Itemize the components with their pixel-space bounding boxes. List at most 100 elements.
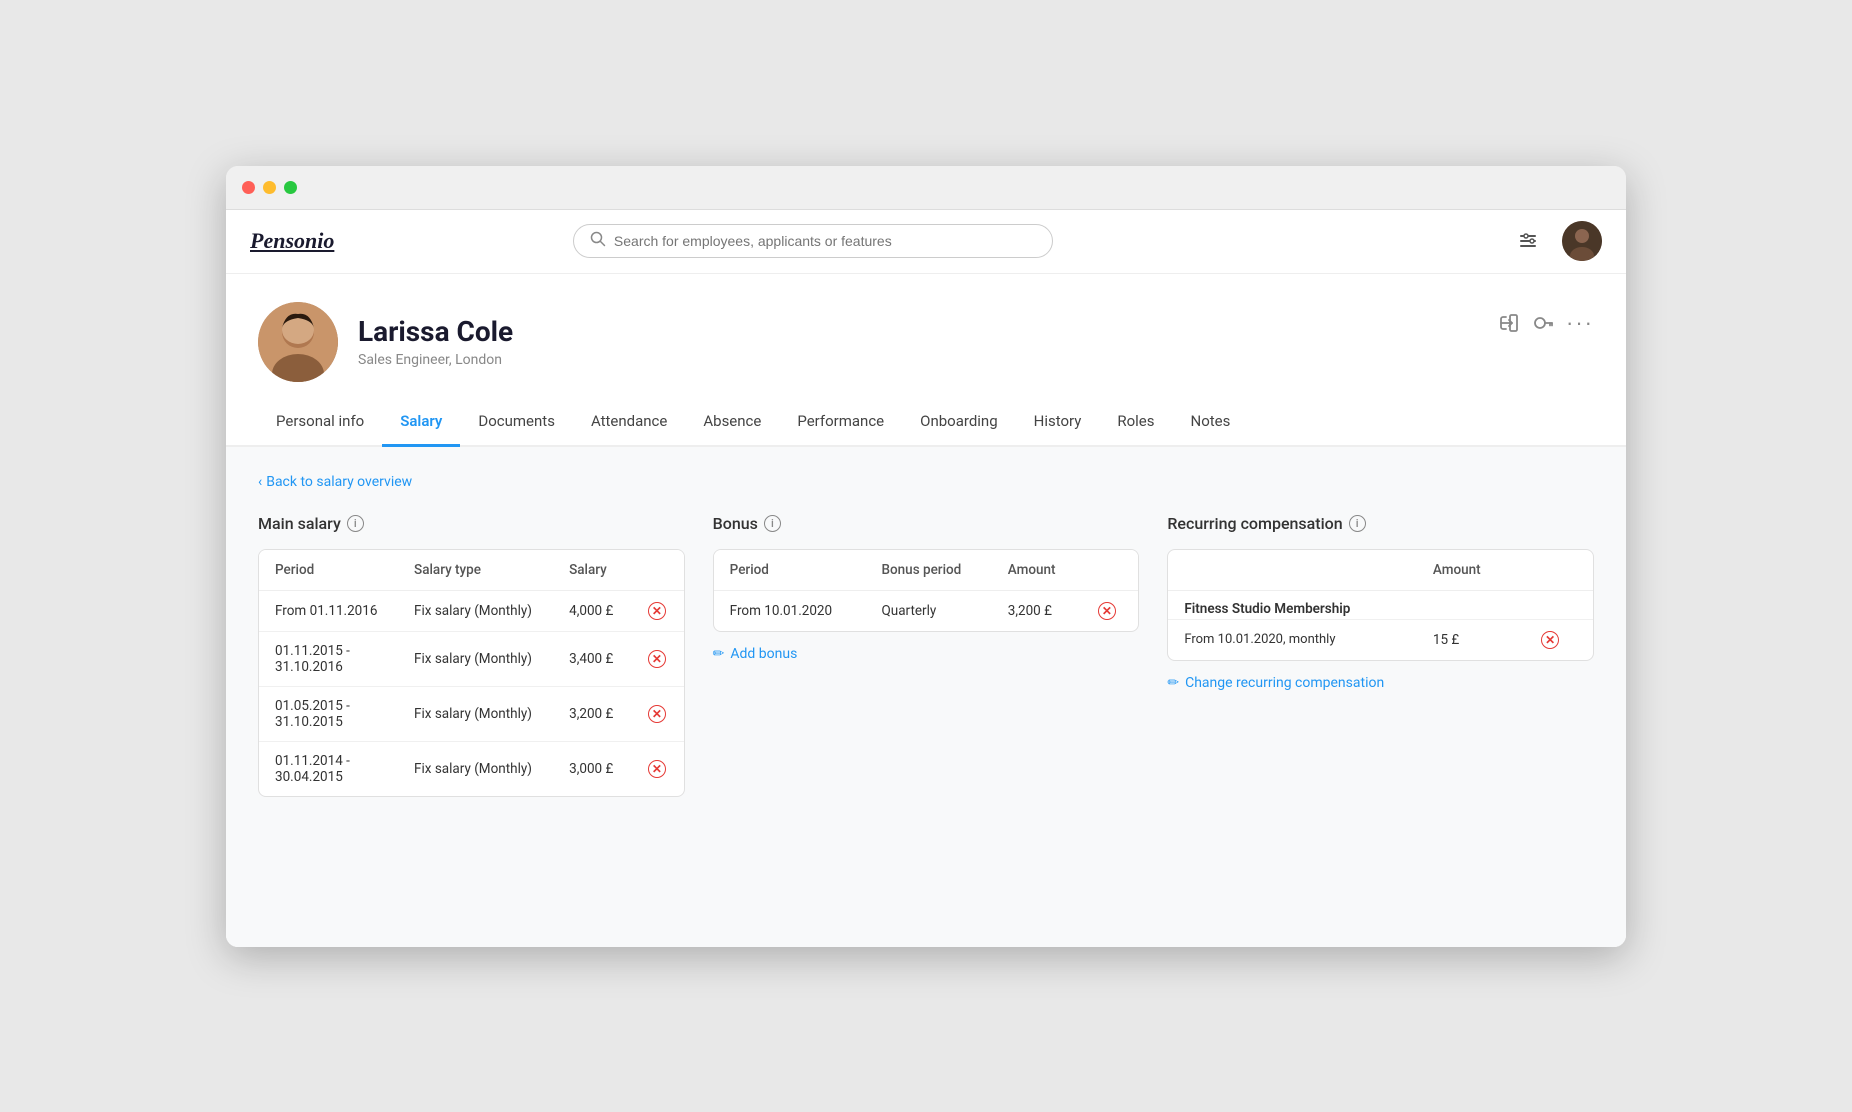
main-salary-info-icon[interactable]: i [347, 515, 364, 532]
profile-header: Larissa Cole Sales Engineer, London [226, 274, 1626, 382]
tab-absence[interactable]: Absence [685, 398, 779, 447]
remove-icon: ✕ [648, 650, 666, 668]
back-to-salary-link[interactable]: ‹ Back to salary overview [258, 474, 412, 490]
remove-row-button[interactable]: ✕ [648, 650, 666, 668]
row-type: Fix salary (Monthly) [398, 590, 553, 631]
pencil-icon: ✏ [713, 646, 725, 662]
tab-history[interactable]: History [1016, 398, 1100, 447]
bonus-info-icon[interactable]: i [764, 515, 781, 532]
tab-attendance[interactable]: Attendance [573, 398, 685, 447]
search-icon [590, 231, 606, 251]
profile-actions: ··· [1498, 302, 1594, 336]
recurring-item-row: From 10.01.2020, monthly 15 £ ✕ [1168, 619, 1593, 660]
col-bonus-period: Bonus period [865, 550, 991, 591]
main-salary-card: Period Salary type Salary From 01.11.201… [258, 549, 685, 797]
titlebar [226, 166, 1626, 210]
profile-avatar [258, 302, 338, 382]
change-recurring-link[interactable]: ✏ Change recurring compensation [1167, 675, 1384, 691]
bonus-card: Period Bonus period Amount From 10.01.20… [713, 549, 1140, 632]
pencil-icon: ✏ [1167, 675, 1179, 691]
login-as-button[interactable] [1498, 312, 1520, 334]
minimize-dot[interactable] [263, 181, 276, 194]
tab-salary[interactable]: Salary [382, 398, 460, 447]
table-row: 01.11.2015 -31.10.2016 Fix salary (Month… [259, 631, 684, 686]
logo: Pensonio [250, 228, 334, 254]
search-bar [573, 224, 1053, 258]
bonus-table: Period Bonus period Amount From 10.01.20… [714, 550, 1139, 631]
remove-icon: ✕ [1541, 631, 1559, 649]
filters-button[interactable] [1510, 223, 1546, 259]
table-row: 01.11.2014 -30.04.2015 Fix salary (Month… [259, 741, 684, 796]
row-type: Fix salary (Monthly) [398, 631, 553, 686]
user-avatar-nav[interactable] [1562, 221, 1602, 261]
recurring-item-amount: 15 £ [1417, 619, 1525, 660]
tab-personal-info[interactable]: Personal info [258, 398, 382, 447]
remove-row-button[interactable]: ✕ [1098, 602, 1116, 620]
search-input[interactable] [614, 233, 1036, 249]
more-button[interactable]: ··· [1566, 310, 1594, 336]
remove-icon: ✕ [648, 705, 666, 723]
col-period: Period [259, 550, 398, 591]
recurring-item-label: Fitness Studio Membership [1184, 601, 1350, 617]
recurring-info-icon[interactable]: i [1349, 515, 1366, 532]
remove-row-button[interactable]: ✕ [648, 705, 666, 723]
recurring-section: Recurring compensation i Amount [1167, 514, 1594, 691]
row-type: Fix salary (Monthly) [398, 686, 553, 741]
col-period: Period [714, 550, 866, 591]
salary-columns: Main salary i Period Salary type Salary [258, 514, 1594, 797]
profile-subtitle: Sales Engineer, London [358, 352, 513, 368]
recurring-group-header: Fitness Studio Membership [1168, 590, 1593, 619]
maximize-dot[interactable] [284, 181, 297, 194]
row-period: From 01.11.2016 [259, 590, 398, 631]
bonus-section: Bonus i Period Bonus period Amount [713, 514, 1140, 662]
main-salary-table: Period Salary type Salary From 01.11.201… [259, 550, 684, 796]
remove-icon: ✕ [648, 760, 666, 778]
tab-notes[interactable]: Notes [1173, 398, 1249, 447]
recurring-table: Amount Fitness Studio Membership [1168, 550, 1593, 660]
tab-performance[interactable]: Performance [779, 398, 902, 447]
tab-documents[interactable]: Documents [460, 398, 573, 447]
col-actions [1082, 550, 1139, 591]
row-type: Fix salary (Monthly) [398, 741, 553, 796]
tab-onboarding[interactable]: Onboarding [902, 398, 1016, 447]
profile-name: Larissa Cole [358, 315, 513, 348]
remove-recurring-button[interactable]: ✕ [1541, 631, 1559, 649]
col-salary-type: Salary type [398, 550, 553, 591]
row-amount: 3,200 £ [992, 590, 1082, 631]
col-name [1168, 550, 1417, 591]
key-button[interactable] [1532, 312, 1554, 334]
main-salary-title: Main salary i [258, 514, 685, 533]
row-bonus-period: Quarterly [865, 590, 991, 631]
tab-roles[interactable]: Roles [1099, 398, 1172, 447]
col-actions [1525, 550, 1593, 591]
row-period: 01.11.2014 -30.04.2015 [259, 741, 398, 796]
app-window: Pensonio [226, 166, 1626, 947]
recurring-title: Recurring compensation i [1167, 514, 1594, 533]
col-actions [632, 550, 684, 591]
table-row: From 01.11.2016 Fix salary (Monthly) 4,0… [259, 590, 684, 631]
col-salary: Salary [553, 550, 632, 591]
row-salary: 3,400 £ [553, 631, 632, 686]
row-salary: 4,000 £ [553, 590, 632, 631]
app-content: Pensonio [226, 210, 1626, 947]
table-row: From 10.01.2020 Quarterly 3,200 £ ✕ [714, 590, 1139, 631]
main-salary-section: Main salary i Period Salary type Salary [258, 514, 685, 797]
row-period: From 10.01.2020 [714, 590, 866, 631]
profile-left: Larissa Cole Sales Engineer, London [258, 302, 513, 382]
navbar: Pensonio [226, 210, 1626, 274]
col-amount: Amount [1417, 550, 1525, 591]
close-dot[interactable] [242, 181, 255, 194]
bonus-title: Bonus i [713, 514, 1140, 533]
main-content: ‹ Back to salary overview Main salary i … [226, 447, 1626, 947]
add-bonus-link[interactable]: ✏ Add bonus [713, 646, 798, 662]
nav-right [1510, 221, 1602, 261]
remove-row-button[interactable]: ✕ [648, 602, 666, 620]
remove-row-button[interactable]: ✕ [648, 760, 666, 778]
recurring-card: Amount Fitness Studio Membership [1167, 549, 1594, 661]
remove-icon: ✕ [648, 602, 666, 620]
row-salary: 3,000 £ [553, 741, 632, 796]
row-period: 01.11.2015 -31.10.2016 [259, 631, 398, 686]
recurring-item-sub: From 10.01.2020, monthly [1168, 619, 1417, 660]
table-row: 01.05.2015 -31.10.2015 Fix salary (Month… [259, 686, 684, 741]
tabs-bar: Personal info Salary Documents Attendanc… [226, 398, 1626, 447]
